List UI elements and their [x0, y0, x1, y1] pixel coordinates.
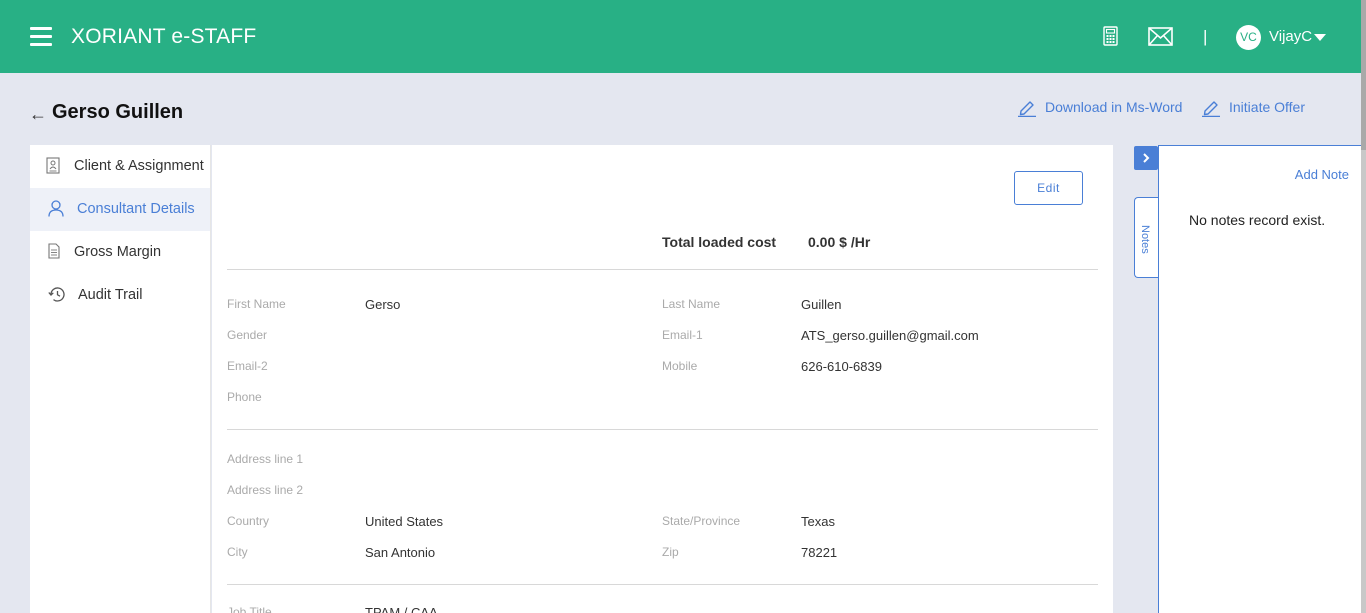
- page-title: Gerso Guillen: [52, 101, 184, 123]
- job-title-value: TPAM / CAA: [365, 605, 438, 613]
- country-value: United States: [365, 514, 444, 529]
- zip-label: Zip: [662, 545, 679, 559]
- file-icon: [48, 243, 60, 263]
- pencil-icon: [1202, 101, 1220, 117]
- notes-panel: Add Note No notes record exist.: [1158, 145, 1361, 613]
- scrollbar[interactable]: [1361, 0, 1366, 613]
- notes-tab-label: Notes: [1139, 225, 1151, 254]
- consultant-details-panel: Edit Total loaded cost 0.00 $ /Hr First …: [212, 145, 1113, 613]
- first-name-value: Gerso: [365, 297, 401, 312]
- document-icon: [46, 157, 60, 178]
- avatar[interactable]: VC: [1236, 25, 1261, 50]
- zip-value: 78221: [801, 545, 838, 560]
- no-notes-message: No notes record exist.: [1189, 212, 1326, 228]
- sidebar-item-gross-margin[interactable]: Gross Margin: [30, 231, 210, 274]
- first-name-label: First Name: [227, 297, 286, 311]
- history-icon: [48, 286, 66, 307]
- sidebar-item-label: Client & Assignment: [74, 158, 204, 174]
- topbar-separator: |: [1203, 27, 1208, 46]
- user-icon: [48, 200, 64, 221]
- caret-down-icon[interactable]: [1314, 34, 1326, 41]
- mobile-value: 626-610-6839: [801, 359, 882, 374]
- sidebar-item-client-assignment[interactable]: Client & Assignment: [30, 145, 210, 188]
- total-loaded-cost-value: 0.00 $ /Hr: [808, 234, 871, 250]
- scrollbar-thumb[interactable]: [1361, 0, 1366, 150]
- divider: [227, 429, 1098, 430]
- state-label: State/Province: [662, 514, 741, 528]
- add-note-link[interactable]: Add Note: [1295, 167, 1349, 182]
- sidebar-item-label: Audit Trail: [78, 287, 143, 303]
- phone-label: Phone: [227, 390, 262, 404]
- email1-label: Email-1: [662, 328, 703, 342]
- address-line1-label: Address line 1: [227, 452, 304, 466]
- initiate-offer-button[interactable]: Initiate Offer: [1201, 97, 1305, 117]
- sidebar-item-consultant-details[interactable]: Consultant Details: [30, 188, 210, 231]
- top-bar: XORIANT e-STAFF | VC VijayC: [0, 0, 1361, 73]
- initiate-offer-label: Initiate Offer: [1229, 99, 1306, 115]
- back-arrow-icon[interactable]: ←: [29, 104, 47, 125]
- last-name-label: Last Name: [662, 297, 721, 311]
- sidebar-item-label: Consultant Details: [77, 201, 195, 217]
- notes-tab[interactable]: Notes: [1134, 197, 1159, 278]
- gender-label: Gender: [227, 328, 268, 342]
- sidebar: Client & Assignment Consultant Details G…: [30, 145, 211, 613]
- mail-icon[interactable]: [1148, 27, 1173, 51]
- download-ms-word-button[interactable]: Download in Ms-Word: [1017, 97, 1182, 117]
- state-value: Texas: [801, 514, 835, 529]
- calculator-icon[interactable]: [1103, 26, 1118, 51]
- email2-label: Email-2: [227, 359, 268, 373]
- country-label: Country: [227, 514, 270, 528]
- chevron-right-icon: [1143, 153, 1150, 163]
- email1-value: ATS_gerso.guillen@gmail.com: [801, 328, 979, 343]
- download-ms-word-label: Download in Ms-Word: [1045, 99, 1183, 115]
- city-value: San Antonio: [365, 545, 436, 560]
- mobile-label: Mobile: [662, 359, 698, 373]
- sidebar-item-label: Gross Margin: [74, 244, 162, 260]
- app-title: XORIANT e-STAFF: [71, 25, 257, 48]
- user-name[interactable]: VijayC: [1269, 28, 1312, 45]
- notes-collapse-button[interactable]: [1134, 146, 1158, 170]
- total-loaded-cost-label: Total loaded cost: [662, 234, 777, 250]
- pencil-icon: [1018, 101, 1036, 117]
- divider: [227, 584, 1098, 585]
- last-name-value: Guillen: [801, 297, 842, 312]
- divider: [227, 269, 1098, 270]
- address-line2-label: Address line 2: [227, 483, 304, 497]
- city-label: City: [227, 545, 248, 559]
- edit-button[interactable]: Edit: [1014, 171, 1083, 205]
- menu-icon[interactable]: [30, 27, 52, 47]
- sidebar-item-audit-trail[interactable]: Audit Trail: [30, 274, 210, 317]
- job-title-label: Job Title: [227, 605, 272, 613]
